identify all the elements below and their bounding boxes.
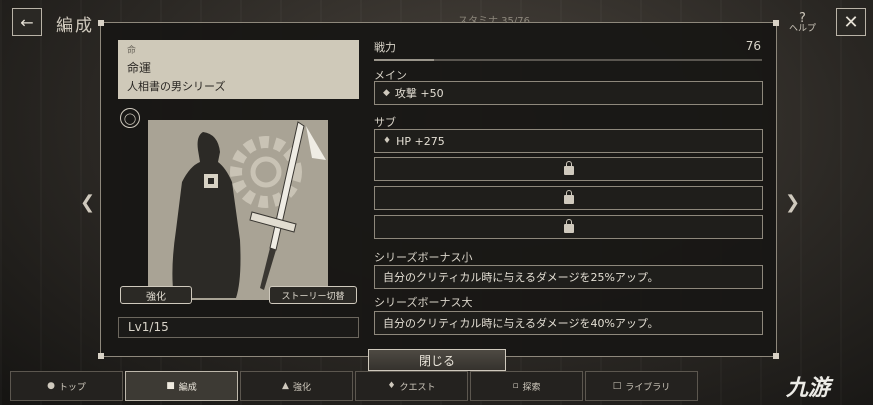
enhance-button[interactable]: 強化 <box>120 286 192 304</box>
nav-label: 強化 <box>292 382 311 393</box>
locked-sub-slot <box>374 157 763 181</box>
nav-label: 探索 <box>522 382 541 393</box>
corner-ornament <box>98 20 104 26</box>
series-bonus-large-label: シリーズボーナス大 <box>374 296 473 309</box>
main-stat-box: ◆ 攻撃 +50 <box>374 81 763 105</box>
locked-sub-slot <box>374 186 763 210</box>
watermark-logo: 九游 <box>786 376 831 401</box>
sub-stat-value: HP +275 <box>396 134 445 148</box>
equipment-detail-modal: 命 命運 人相書の男シリーズ ◯ 強化 ストーリー切替 Lv1/15 戦力 76… <box>98 20 779 359</box>
story-switch-button[interactable]: ストーリー切替 <box>269 286 357 304</box>
lock-icon <box>563 161 574 175</box>
nav-item-formation[interactable]: ■ 編成 <box>125 371 238 401</box>
series-bonus-small-box: 自分のクリティカル時に与えるダメージを25%アップ。 <box>374 265 763 289</box>
close-x-button[interactable]: ✕ <box>836 8 866 36</box>
sub-stat-box: ♦ HP +275 <box>374 129 763 153</box>
main-stat-value: 攻撃 +50 <box>394 87 444 100</box>
corner-ornament <box>773 20 779 26</box>
lock-icon <box>563 190 574 204</box>
nav-item-top[interactable]: ● トップ <box>10 371 123 401</box>
type-badge-icon: ◯ <box>120 108 140 128</box>
close-button[interactable]: 閉じる <box>368 349 506 371</box>
bottom-navigation: ● トップ ■ 編成 ▲ 強化 ♦ クエスト ▫ 探索 □ ライブラリ <box>10 371 698 401</box>
item-series: 人相書の男シリーズ <box>127 80 226 93</box>
sub-stat-label: サブ <box>374 116 396 129</box>
explore-icon: ▫ <box>512 381 519 391</box>
home-icon: ● <box>47 381 55 391</box>
attack-icon: ◆ <box>383 88 390 98</box>
portrait-illustration <box>172 121 326 298</box>
lock-icon <box>563 219 574 233</box>
library-icon: □ <box>612 381 622 391</box>
item-info-card: 命 命運 人相書の男シリーズ <box>118 40 359 99</box>
nav-item-quest[interactable]: ♦ クエスト <box>355 371 468 401</box>
hp-icon: ♦ <box>383 136 392 146</box>
nav-label: 編成 <box>178 382 197 393</box>
series-bonus-small-label: シリーズボーナス小 <box>374 251 473 264</box>
corner-ornament <box>98 353 104 359</box>
item-name: 命運 <box>127 61 152 75</box>
power-gauge <box>374 59 434 61</box>
corner-ornament <box>773 353 779 359</box>
next-arrow-icon[interactable]: ❯ <box>785 192 800 213</box>
nav-label: ライブラリ <box>625 382 671 393</box>
nav-label: クエスト <box>399 382 436 393</box>
item-symbol: 命 <box>127 46 137 56</box>
series-bonus-large-box: 自分のクリティカル時に与えるダメージを40%アップ。 <box>374 311 763 335</box>
power-label: 戦力 <box>374 41 396 54</box>
close-icon: ✕ <box>843 11 859 33</box>
prev-arrow-icon[interactable]: ❮ <box>80 192 95 213</box>
help-label: ヘルプ <box>789 24 817 34</box>
arrow-left-icon: ← <box>20 12 34 32</box>
back-button[interactable]: ← <box>12 8 42 36</box>
quest-icon: ♦ <box>387 381 396 391</box>
nav-item-enhance[interactable]: ▲ 強化 <box>240 371 353 401</box>
nav-item-library[interactable]: □ ライブラリ <box>585 371 698 401</box>
series-bonus-small-text: 自分のクリティカル時に与えるダメージを25%アップ。 <box>383 271 659 284</box>
locked-sub-slot <box>374 215 763 239</box>
question-icon: ? <box>799 11 806 26</box>
screen-title: 編成 <box>56 16 94 36</box>
series-bonus-large-text: 自分のクリティカル時に与えるダメージを40%アップ。 <box>383 317 659 330</box>
level-display: Lv1/15 <box>118 317 359 338</box>
enhance-icon: ▲ <box>282 381 289 391</box>
power-value: 76 <box>745 39 761 53</box>
help-button[interactable]: ? ヘルプ <box>789 11 817 34</box>
nav-item-explore[interactable]: ▫ 探索 <box>470 371 583 401</box>
formation-icon: ■ <box>166 381 175 391</box>
character-portrait <box>148 120 328 300</box>
nav-label: トップ <box>58 382 86 393</box>
